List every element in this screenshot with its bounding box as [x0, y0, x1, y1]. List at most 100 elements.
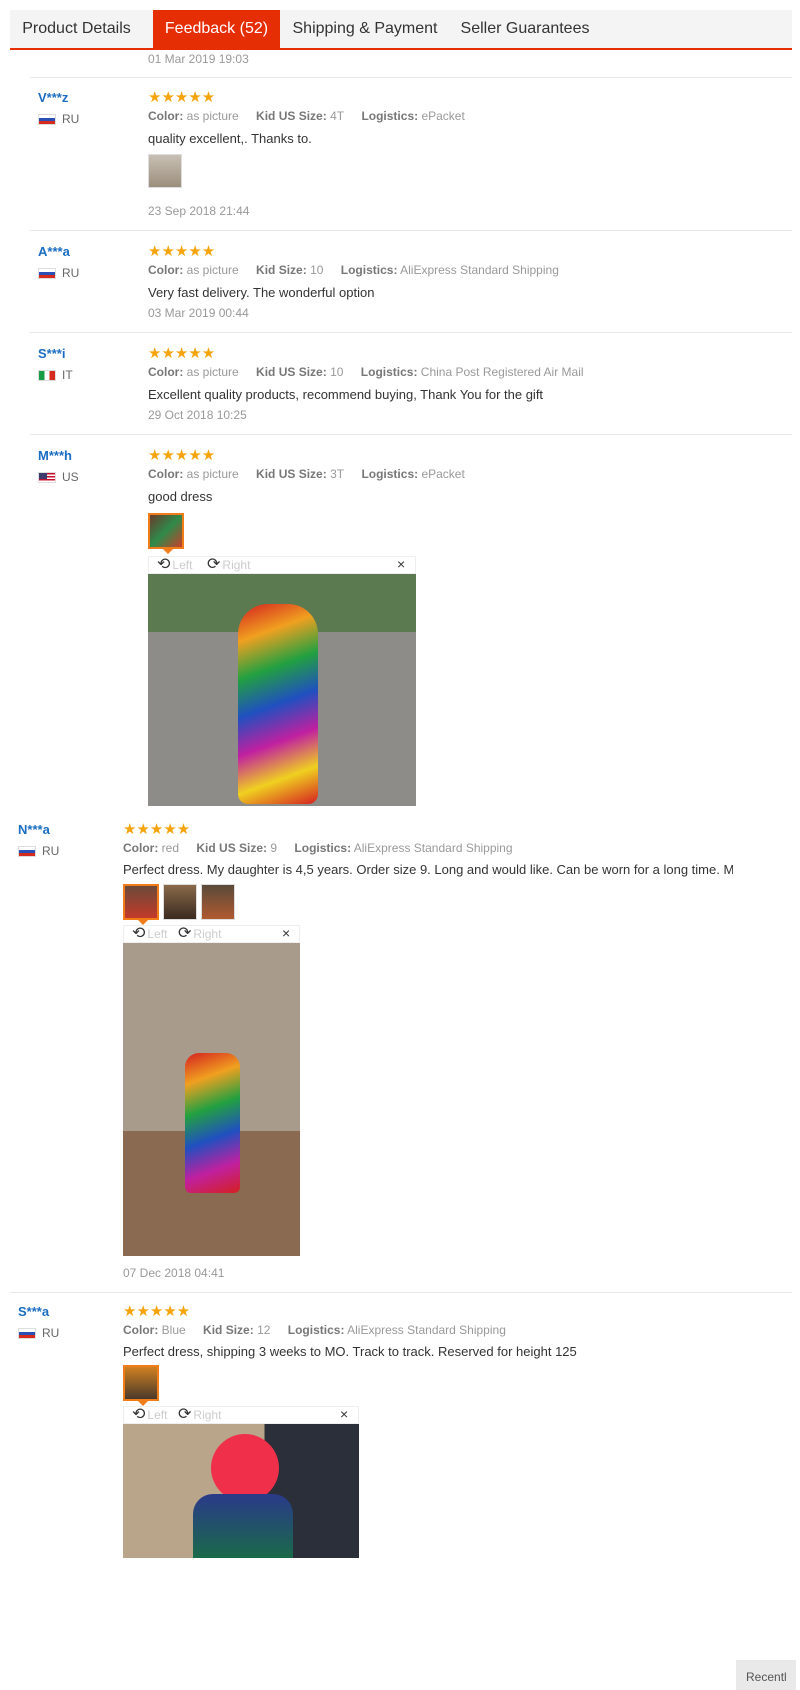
- attr-value: AliExpress Standard Shipping: [347, 1323, 506, 1337]
- reviewer-name[interactable]: S***a: [18, 1304, 49, 1319]
- review-text: Perfect dress. My daughter is 4,5 years.…: [123, 862, 733, 877]
- attr-value: 4T: [330, 109, 345, 123]
- rotate-left-button[interactable]: ⟲ Left: [157, 557, 192, 573]
- attr-value: Blue: [161, 1323, 186, 1337]
- attr-label: Color:: [148, 365, 184, 379]
- rotate-left-button[interactable]: ⟲ Left: [132, 1407, 167, 1423]
- review-date: 07 Dec 2018 04:41: [123, 1266, 225, 1280]
- star-rating: ★★★★★: [148, 345, 216, 362]
- recently-viewed-tab[interactable]: Recentl: [736, 1660, 796, 1690]
- rotate-left-button[interactable]: ⟲ Left: [132, 926, 167, 942]
- attr-value: ePacket: [421, 467, 465, 481]
- review-photo-thumbnail[interactable]: [201, 884, 235, 920]
- review-photo-thumbnail[interactable]: [163, 884, 197, 920]
- attr-value: 10: [330, 365, 344, 379]
- attr-value: China Post Registered Air Mail: [420, 365, 584, 379]
- review-photo-thumbnail[interactable]: [148, 154, 182, 188]
- star-rating: ★★★★★: [148, 89, 216, 106]
- rotate-left-label: Left: [147, 1408, 168, 1422]
- divider: [30, 230, 792, 231]
- attr-value: 12: [257, 1323, 271, 1337]
- dress-shape: [185, 1053, 240, 1193]
- review-attributes: Color: red Kid US Size: 9 Logistics: Ali…: [123, 841, 527, 855]
- divider: [30, 434, 792, 435]
- reviewer-country: IT: [38, 368, 73, 382]
- attr-label: Kid US Size:: [256, 467, 327, 481]
- privacy-blur-circle: [211, 1434, 279, 1502]
- attr-label: Logistics:: [360, 365, 418, 379]
- rotate-right-icon: ⟳: [207, 556, 221, 573]
- reviewer-country: US: [38, 470, 79, 484]
- divider: [10, 1292, 792, 1293]
- attr-label: Logistics:: [294, 841, 352, 855]
- attr-label: Logistics:: [361, 109, 419, 123]
- attr-value: ePacket: [421, 109, 465, 123]
- rotate-right-button[interactable]: ⟳ Right: [207, 557, 250, 573]
- star-rating: ★★★★★: [148, 447, 216, 464]
- image-viewer-toolbar: ⟲ Left ⟳ Right ×: [123, 925, 300, 943]
- rotate-left-icon: ⟲: [132, 1406, 146, 1423]
- country-code: RU: [62, 112, 80, 126]
- tab-seller-guarantees[interactable]: Seller Guarantees: [450, 10, 600, 48]
- rotate-right-label: Right: [193, 927, 222, 941]
- rotate-right-icon: ⟳: [178, 1406, 192, 1423]
- attr-label: Kid Size:: [203, 1323, 254, 1337]
- reviewer-name[interactable]: V***z: [38, 90, 68, 105]
- star-rating: ★★★★★: [148, 243, 216, 260]
- country-code: IT: [62, 368, 73, 382]
- attr-label: Color:: [148, 467, 184, 481]
- review-attributes: Color: as picture Kid US Size: 4T Logist…: [148, 109, 479, 123]
- attr-label: Logistics:: [361, 467, 419, 481]
- star-rating: ★★★★★: [123, 1303, 191, 1320]
- reviewer-name[interactable]: S***i: [38, 346, 65, 361]
- rotate-right-button[interactable]: ⟳ Right: [178, 926, 221, 942]
- reviewer-name[interactable]: A***a: [38, 244, 70, 259]
- review-date: 29 Oct 2018 10:25: [148, 408, 247, 422]
- attr-value: as picture: [186, 263, 239, 277]
- flag-icon: [38, 369, 56, 381]
- flag-icon: [18, 1327, 36, 1339]
- attr-label: Color:: [123, 1323, 159, 1337]
- attr-value: red: [161, 841, 180, 855]
- divider: [30, 77, 792, 78]
- tab-feedback[interactable]: Feedback (52): [153, 10, 280, 48]
- attr-label: Color:: [148, 263, 184, 277]
- review-photo-thumbnail[interactable]: [123, 1365, 159, 1406]
- reviewer-country: RU: [18, 844, 59, 858]
- country-code: US: [62, 470, 79, 484]
- reviewer-name[interactable]: M***h: [38, 448, 72, 463]
- review-photo-thumbnail[interactable]: [148, 513, 184, 554]
- review-attributes: Color: as picture Kid US Size: 3T Logist…: [148, 467, 479, 481]
- review-photo-thumbnail[interactable]: [123, 884, 159, 925]
- close-viewer-button[interactable]: ×: [397, 556, 405, 572]
- tab-product-details[interactable]: Product Details: [10, 10, 143, 48]
- review-photo-large: [123, 943, 300, 1256]
- reviewer-name[interactable]: N***a: [18, 822, 50, 837]
- close-viewer-button[interactable]: ×: [282, 925, 290, 941]
- tab-shipping-payment[interactable]: Shipping & Payment: [290, 10, 440, 48]
- dress-shape: [193, 1494, 293, 1558]
- review-text: Perfect dress, shipping 3 weeks to MO. T…: [123, 1344, 577, 1359]
- attr-value: AliExpress Standard Shipping: [353, 841, 513, 855]
- rotate-right-label: Right: [222, 558, 251, 572]
- flag-icon: [38, 471, 56, 483]
- attr-value: as picture: [186, 109, 239, 123]
- review-text: Excellent quality products, recommend bu…: [148, 387, 544, 402]
- tab-bar: Product Details Feedback (52) Shipping &…: [10, 10, 792, 50]
- rotate-left-icon: ⟲: [132, 925, 146, 942]
- rotate-right-label: Right: [193, 1408, 222, 1422]
- attr-label: Kid US Size:: [256, 365, 327, 379]
- flag-icon: [38, 113, 56, 125]
- flag-icon: [38, 267, 56, 279]
- rotate-left-label: Left: [172, 558, 193, 572]
- rotate-left-icon: ⟲: [157, 556, 171, 573]
- country-code: RU: [62, 266, 80, 280]
- attr-label: Kid Size:: [256, 263, 307, 277]
- attr-label: Color:: [148, 109, 184, 123]
- review-photo-large: [148, 574, 416, 806]
- attr-label: Logistics:: [287, 1323, 345, 1337]
- attr-value: as picture: [186, 365, 239, 379]
- rotate-right-button[interactable]: ⟳ Right: [178, 1407, 221, 1423]
- star-rating: ★★★★★: [123, 821, 191, 838]
- close-viewer-button[interactable]: ×: [340, 1406, 348, 1422]
